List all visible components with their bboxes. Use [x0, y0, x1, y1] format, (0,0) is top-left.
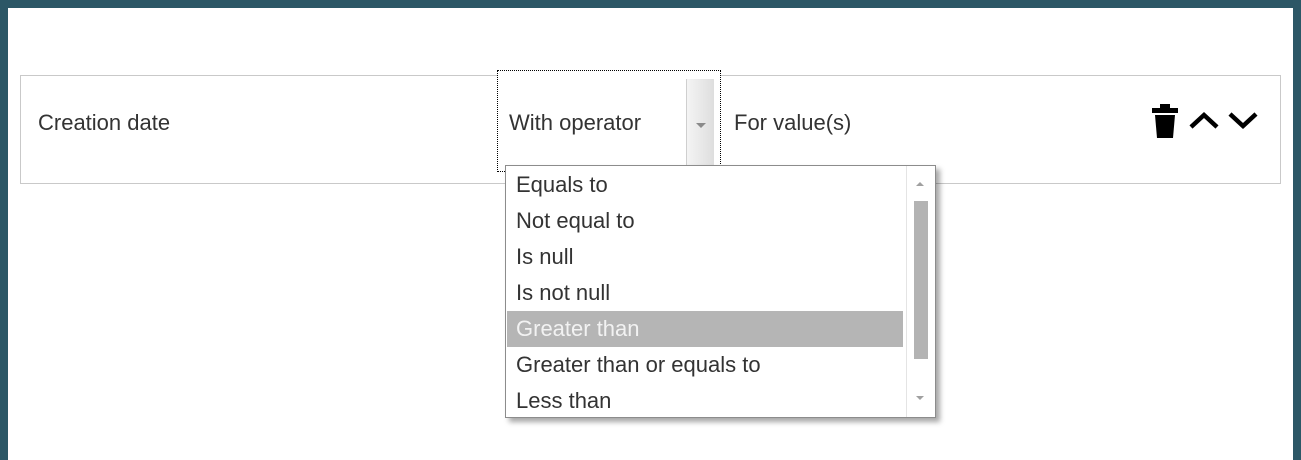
operator-dropdown-list[interactable]: Equals to Not equal to Is null Is not nu…: [505, 165, 936, 418]
trash-icon[interactable]: [1151, 104, 1179, 138]
dropdown-option[interactable]: Greater than or equals to: [507, 347, 903, 383]
chevron-up-icon[interactable]: [1188, 110, 1220, 130]
chevron-down-icon[interactable]: [1227, 110, 1259, 130]
scrollbar-thumb[interactable]: [914, 201, 928, 359]
scroll-up-arrow-icon[interactable]: [916, 182, 924, 186]
operator-select-value: With operator: [509, 110, 642, 135]
dropdown-option[interactable]: Is null: [507, 239, 903, 275]
dropdown-option[interactable]: Is not null: [507, 275, 903, 311]
dropdown-option[interactable]: Less than: [507, 383, 903, 417]
dropdown-scrollbar[interactable]: [906, 166, 935, 417]
dropdown-option-highlighted[interactable]: Greater than: [507, 311, 903, 347]
dropdown-option[interactable]: Equals to: [507, 167, 903, 203]
value-label: For value(s): [734, 110, 852, 135]
operator-dropdown-button[interactable]: [686, 79, 714, 165]
caret-down-icon: [696, 123, 706, 128]
dropdown-option[interactable]: Not equal to: [507, 203, 903, 239]
operator-select[interactable]: With operator: [497, 70, 721, 172]
field-label: Creation date: [38, 110, 171, 135]
scroll-down-arrow-icon[interactable]: [916, 396, 924, 400]
